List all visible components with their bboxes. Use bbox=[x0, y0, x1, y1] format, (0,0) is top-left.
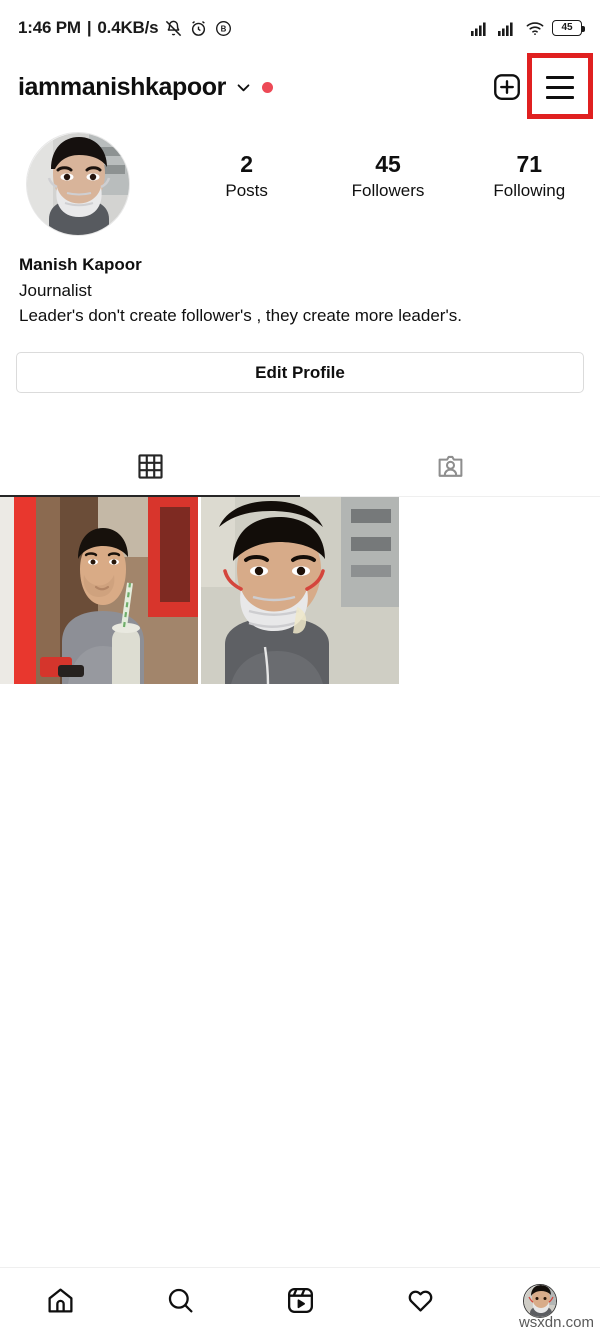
tab-tagged[interactable] bbox=[300, 437, 600, 496]
search-icon bbox=[168, 1288, 193, 1313]
bottom-navigation-bar bbox=[0, 1267, 600, 1333]
hamburger-bar-2 bbox=[546, 85, 574, 89]
post-image-2 bbox=[201, 497, 399, 684]
status-bar: 1:46 PM | 0.4KB/s B 45 bbox=[0, 0, 600, 56]
plus-square-icon[interactable] bbox=[492, 72, 522, 102]
signal-bars-icon bbox=[471, 22, 486, 36]
profile-bio: Manish Kapoor Journalist Leader's don't … bbox=[19, 252, 584, 329]
battery-level: 45 bbox=[561, 22, 573, 33]
edit-profile-button[interactable]: Edit Profile bbox=[16, 352, 584, 393]
profile-header: iammanishkapoor bbox=[0, 56, 600, 118]
hamburger-bars bbox=[546, 75, 574, 99]
avatar[interactable] bbox=[26, 132, 130, 236]
post-thumbnail[interactable] bbox=[0, 497, 198, 684]
nav-search[interactable] bbox=[120, 1286, 240, 1315]
reels-icon bbox=[287, 1287, 313, 1314]
instagram-profile-screen: 1:46 PM | 0.4KB/s B 45 iammanishkapoor 2… bbox=[0, 0, 600, 1333]
hamburger-bar-1 bbox=[546, 75, 574, 79]
profile-tabs bbox=[0, 437, 600, 497]
alarm-clock-icon bbox=[192, 20, 206, 36]
avatar-photo bbox=[27, 133, 129, 235]
stat-followers-label: Followers bbox=[351, 180, 425, 200]
profile-summary-row: 2 Posts 45 Followers 71 Following bbox=[0, 128, 600, 240]
status-network-speed: 0.4KB/s bbox=[97, 18, 159, 37]
hamburger-bar-3 bbox=[546, 95, 574, 99]
status-separator: | bbox=[86, 18, 92, 37]
profile-avatar-photo bbox=[524, 1284, 556, 1317]
signal-bars-icon bbox=[498, 22, 513, 36]
profile-avatar bbox=[523, 1283, 557, 1318]
tab-grid[interactable] bbox=[0, 437, 300, 497]
posts-grid bbox=[0, 497, 600, 684]
profile-full-name: Manish Kapoor bbox=[19, 255, 142, 274]
post-thumbnail[interactable] bbox=[201, 497, 399, 684]
activity-heart-icon bbox=[408, 1290, 432, 1312]
post-image-1 bbox=[0, 497, 198, 684]
profile-stats: 2 Posts 45 Followers 71 Following bbox=[130, 128, 600, 203]
hamburger-menu-icon[interactable] bbox=[538, 65, 582, 109]
site-watermark: wsxdn.com bbox=[518, 1314, 594, 1331]
nav-profile[interactable] bbox=[480, 1283, 600, 1318]
nav-activity[interactable] bbox=[360, 1286, 480, 1315]
stat-posts[interactable]: 2 Posts bbox=[176, 150, 317, 203]
status-bar-right: 45 bbox=[471, 20, 585, 36]
chevron-down-icon[interactable] bbox=[235, 79, 252, 96]
stat-followers-value: 45 bbox=[375, 151, 401, 177]
stat-posts-label: Posts bbox=[225, 180, 268, 200]
nav-home[interactable] bbox=[0, 1286, 120, 1315]
bell-muted-icon bbox=[166, 20, 182, 36]
nav-reels[interactable] bbox=[240, 1286, 360, 1315]
username-title[interactable]: iammanishkapoor bbox=[18, 73, 226, 102]
stat-followers[interactable]: 45 Followers bbox=[317, 150, 458, 203]
status-time: 1:46 PM bbox=[18, 18, 81, 37]
wifi-icon bbox=[526, 22, 544, 35]
grid-icon bbox=[137, 454, 163, 479]
home-icon bbox=[47, 1288, 73, 1313]
profile-category: Journalist bbox=[19, 280, 92, 300]
circled-b-icon: B bbox=[216, 20, 232, 36]
svg-text:B: B bbox=[221, 24, 227, 33]
stat-posts-value: 2 bbox=[240, 151, 254, 177]
battery-icon: 45 bbox=[552, 20, 585, 36]
tagged-icon bbox=[438, 455, 462, 477]
status-bar-left: 1:46 PM | 0.4KB/s B bbox=[18, 18, 233, 38]
stat-following[interactable]: 71 Following bbox=[459, 150, 600, 203]
stat-following-value: 71 bbox=[516, 151, 543, 177]
profile-bio-text: Leader's don't create follower's , they … bbox=[19, 306, 462, 325]
unread-dot-badge bbox=[261, 81, 273, 93]
stat-following-label: Following bbox=[493, 180, 566, 200]
